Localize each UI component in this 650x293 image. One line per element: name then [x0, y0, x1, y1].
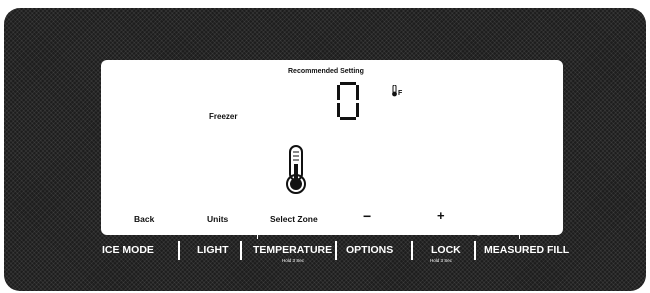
thermometer-small-icon: F: [392, 85, 403, 97]
separator: [178, 241, 180, 260]
measured-fill-button[interactable]: MEASURED FILL: [484, 244, 569, 256]
calibrate-measured-fill-label: Calibrate Measured Fill: [341, 231, 388, 236]
display-screen: Recommended Setting Freezer F Back Units…: [101, 60, 563, 235]
temperature-hold-label: Hold 3 Sec: [282, 258, 305, 263]
temperature-readout: [337, 82, 359, 120]
select-zone-button[interactable]: Select Zone: [270, 214, 318, 224]
temperature-button[interactable]: TEMPERATURE: [253, 244, 332, 256]
vacation-mode-label: Vacation Mode: [272, 231, 302, 236]
back-button[interactable]: Back: [134, 214, 154, 224]
plus-button[interactable]: +: [437, 208, 445, 223]
light-button[interactable]: LIGHT: [197, 244, 229, 256]
unit-label: F: [398, 90, 403, 97]
minus-button[interactable]: −: [363, 208, 371, 224]
recommended-setting-label: Recommended Setting: [288, 68, 364, 75]
fahrenheit-indicator: F: [391, 85, 405, 97]
separator: [474, 241, 476, 260]
separator: [411, 241, 413, 260]
units-button[interactable]: Units: [207, 214, 228, 224]
options-button[interactable]: OPTIONS: [346, 244, 393, 256]
thermometer-icon: [286, 145, 306, 194]
separator: [335, 241, 337, 260]
ice-mode-button[interactable]: ICE MODE: [102, 244, 154, 256]
control-panel: Recommended Setting Freezer F Back Units…: [4, 8, 646, 291]
zone-label: Freezer: [209, 112, 238, 121]
turn-cooling-off-label: Turn Cooling Off: [454, 231, 487, 236]
separator: [240, 241, 242, 260]
lock-button[interactable]: LOCK: [431, 244, 461, 256]
lock-hold-label: Hold 3 Sec: [430, 258, 453, 263]
